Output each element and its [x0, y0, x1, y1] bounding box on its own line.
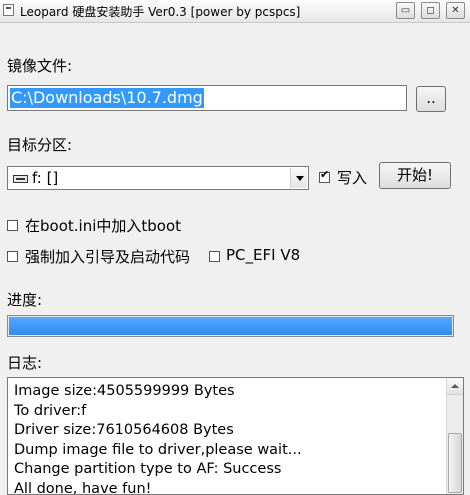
tboot-label: 在boot.ini中加入tboot — [25, 217, 182, 235]
scroll-up-icon[interactable] — [447, 378, 463, 395]
tboot-checkbox[interactable] — [7, 220, 18, 231]
drive-icon — [13, 175, 28, 183]
log-textarea[interactable]: Image size:4505599999 Bytes To driver:f … — [7, 377, 464, 495]
checkmark-icon: ✔ — [320, 168, 330, 181]
write-label: 写入 — [337, 169, 368, 187]
progress-bar-fill — [9, 317, 452, 335]
browse-button[interactable]: .. — [416, 86, 446, 112]
log-lines: Image size:4505599999 Bytes To driver:f … — [14, 382, 302, 495]
partition-selected-value: f: [] — [32, 169, 59, 187]
image-file-path: C:\Downloads\10.7.dmg — [10, 88, 204, 108]
chevron-down-icon[interactable] — [290, 168, 307, 188]
force-boot-label: 强制加入引导及启动代码 — [25, 248, 191, 266]
log-line: All done, have fun! — [14, 480, 152, 495]
minimize-button[interactable]: ▭ — [396, 2, 415, 19]
force-boot-checkbox[interactable] — [7, 251, 18, 262]
title-bar: Leopard 硬盘安装助手 Ver0.3 [power by pcspcs] … — [0, 0, 470, 23]
scroll-thumb[interactable] — [448, 433, 462, 493]
image-file-label: 镜像文件: — [7, 57, 73, 75]
write-checkbox[interactable]: ✔ — [319, 168, 330, 183]
log-line: To driver:f — [14, 402, 87, 419]
progress-bar — [7, 315, 454, 337]
close-button[interactable]: ✕ — [446, 2, 465, 19]
restore-button[interactable]: ◻ — [421, 2, 440, 19]
log-label: 日志: — [7, 354, 43, 372]
partition-select[interactable]: f: [] — [7, 166, 309, 190]
app-icon — [3, 4, 14, 16]
pc-efi-checkbox[interactable] — [209, 251, 220, 262]
pc-efi-label: PC_EFI V8 — [226, 246, 301, 264]
image-file-input[interactable]: C:\Downloads\10.7.dmg — [7, 85, 407, 111]
log-scrollbar[interactable] — [446, 378, 463, 494]
log-line: Dump image file to driver,please wait... — [14, 441, 302, 458]
window-title: Leopard 硬盘安装助手 Ver0.3 [power by pcspcs] — [20, 5, 301, 19]
start-button[interactable]: 开始! — [379, 162, 451, 189]
target-partition-label: 目标分区: — [7, 136, 73, 154]
log-line: Image size:4505599999 Bytes — [14, 383, 235, 399]
progress-label: 进度: — [7, 291, 43, 309]
log-line: Driver size:7610564608 Bytes — [14, 422, 234, 438]
log-line: Change partition type to AF: Success — [14, 461, 282, 477]
